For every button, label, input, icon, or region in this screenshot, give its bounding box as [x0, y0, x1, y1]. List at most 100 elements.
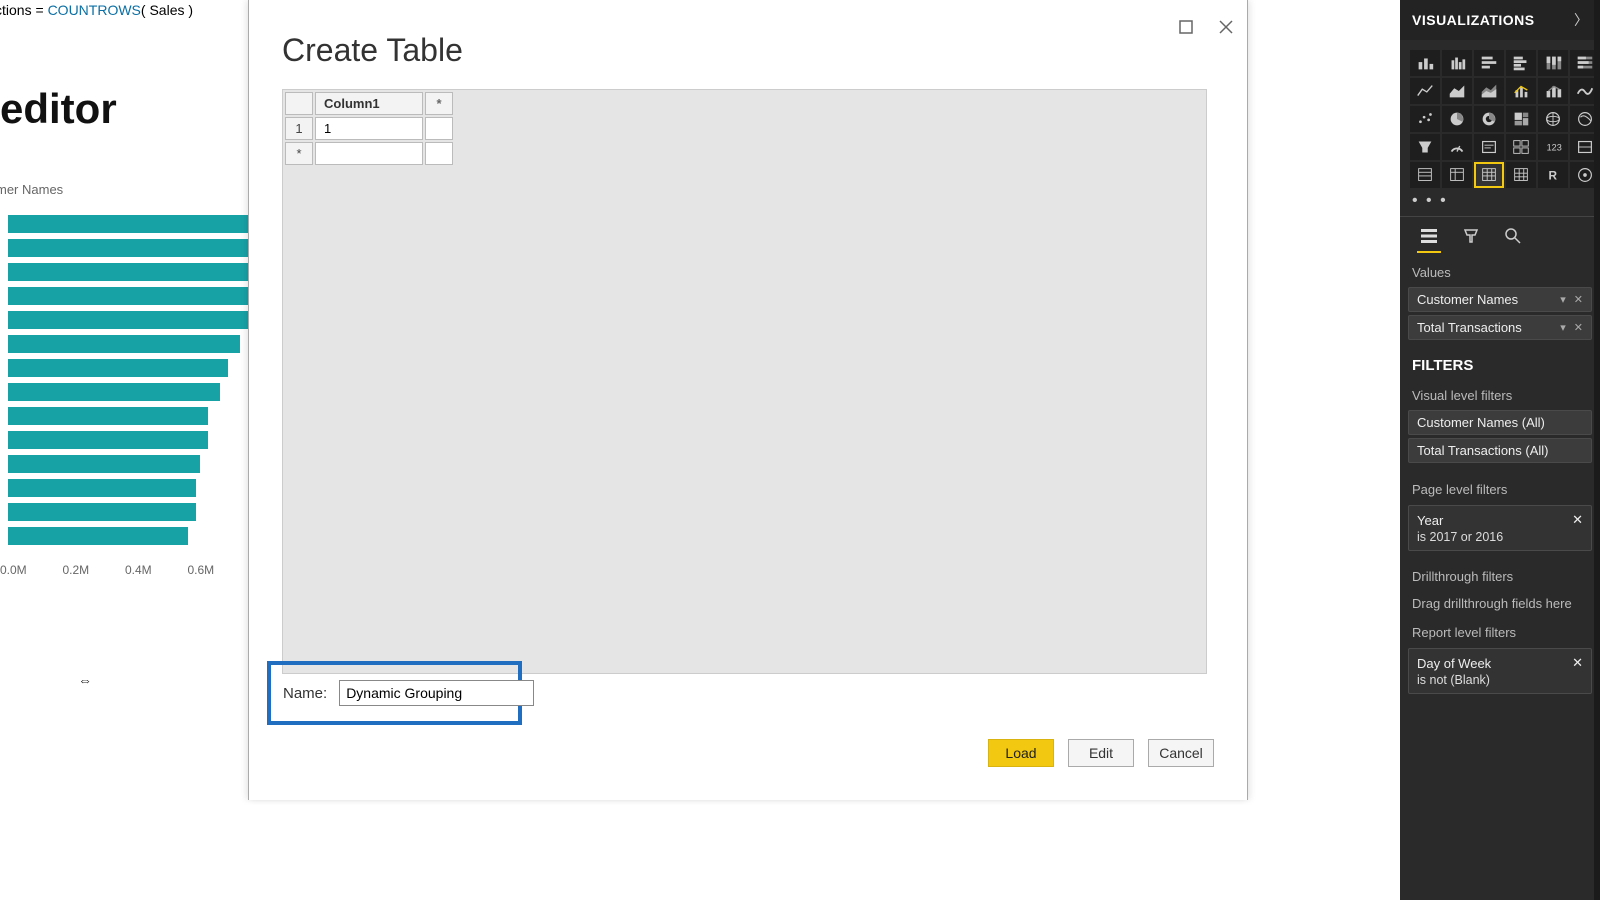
bar	[8, 503, 196, 521]
chevron-right-icon[interactable]: 〉	[1574, 10, 1588, 30]
viz-type-icon[interactable]	[1506, 78, 1536, 104]
viz-type-icon[interactable]: R	[1538, 162, 1568, 188]
axis-tick: 0.6M	[188, 563, 251, 577]
bar	[8, 383, 220, 401]
viz-type-icon[interactable]	[1474, 78, 1504, 104]
analytics-tab-icon[interactable]	[1502, 225, 1524, 247]
drillthrough-label: Drillthrough filters	[1400, 555, 1600, 588]
viz-type-icon[interactable]	[1410, 134, 1440, 160]
filter-text: Total Transactions (All)	[1417, 443, 1549, 458]
report-filters-label: Report level filters	[1400, 619, 1600, 644]
viz-type-icon[interactable]: 123	[1538, 134, 1568, 160]
formula-bar: ransactions = COUNTROWS( Sales )	[0, 2, 193, 18]
fields-tab-icon[interactable]	[1418, 225, 1440, 247]
visual-filter-item[interactable]: Total Transactions (All)	[1408, 438, 1592, 463]
load-button[interactable]: Load	[988, 739, 1054, 767]
bar	[8, 431, 208, 449]
viz-type-icon[interactable]	[1410, 162, 1440, 188]
filter-text: Customer Names (All)	[1417, 415, 1545, 430]
dialog-title: Create Table	[282, 32, 463, 69]
chevron-down-icon[interactable]: ▾	[1560, 293, 1566, 306]
corner-cell	[285, 92, 313, 115]
viz-type-icon[interactable]	[1506, 162, 1536, 188]
bar	[8, 527, 188, 545]
axis-tick: 0.4M	[125, 563, 188, 577]
visualization-gallery: 123 R	[1400, 40, 1600, 192]
viz-type-icon[interactable]	[1538, 50, 1568, 76]
viz-type-icon[interactable]	[1442, 134, 1472, 160]
viz-type-icon[interactable]	[1506, 106, 1536, 132]
viz-type-icon[interactable]	[1442, 162, 1472, 188]
create-table-dialog: Create Table Column1 * 1 1 * Name: Load	[248, 0, 1248, 800]
remove-filter-icon[interactable]: ✕	[1572, 512, 1583, 528]
formula-prefix: ransactions =	[0, 2, 48, 18]
remove-filter-icon[interactable]: ✕	[1572, 655, 1583, 671]
bar	[8, 239, 248, 257]
viz-type-icon[interactable]	[1506, 50, 1536, 76]
cell[interactable]: 1	[315, 117, 423, 140]
viz-type-icon[interactable]	[1538, 106, 1568, 132]
add-column[interactable]: *	[425, 92, 453, 115]
bar	[8, 407, 208, 425]
name-field-callout: Name:	[267, 661, 522, 725]
field-name: Customer Names	[1417, 292, 1518, 307]
visualizations-pane: VISUALIZATIONS 〉 123R • • • Values Custo…	[1400, 0, 1600, 900]
viz-type-icon[interactable]	[1506, 134, 1536, 160]
filter-name: Year	[1417, 513, 1443, 528]
cell-blank[interactable]	[425, 142, 453, 165]
viz-type-icon[interactable]	[1442, 50, 1472, 76]
viz-type-icon[interactable]	[1474, 162, 1504, 188]
bar-chart[interactable]	[8, 215, 248, 555]
visual-filter-item[interactable]: Customer Names (All)	[1408, 410, 1592, 435]
cancel-button[interactable]: Cancel	[1148, 739, 1214, 767]
formula-close: )	[184, 2, 193, 18]
maximize-icon[interactable]	[1177, 18, 1195, 36]
viz-type-icon[interactable]	[1442, 106, 1472, 132]
more-visuals-icon[interactable]: • • •	[1400, 192, 1600, 216]
cell-blank[interactable]	[425, 117, 453, 140]
filter-name: Day of Week	[1417, 656, 1491, 671]
viz-type-icon[interactable]	[1410, 78, 1440, 104]
field-well-item[interactable]: Customer Names ▾ ✕	[1408, 287, 1592, 312]
add-row[interactable]: *	[285, 142, 313, 165]
enter-data-table[interactable]: Column1 * 1 1 *	[283, 90, 455, 167]
svg-text:123: 123	[1547, 143, 1562, 153]
active-tab-indicator	[1417, 251, 1441, 253]
bar	[8, 359, 228, 377]
cell-blank[interactable]	[315, 142, 423, 165]
bar	[8, 287, 248, 305]
chevron-down-icon[interactable]: ▾	[1560, 321, 1566, 334]
remove-field-icon[interactable]: ✕	[1574, 321, 1583, 334]
bar	[8, 263, 248, 281]
bar	[8, 479, 196, 497]
close-icon[interactable]	[1217, 18, 1235, 36]
viz-type-icon[interactable]	[1474, 106, 1504, 132]
viz-type-icon[interactable]	[1538, 78, 1568, 104]
bar	[8, 455, 200, 473]
viz-type-icon[interactable]	[1474, 50, 1504, 76]
table-grid[interactable]: Column1 * 1 1 *	[282, 89, 1207, 674]
edit-button[interactable]: Edit	[1068, 739, 1134, 767]
filters-header: FILTERS	[1400, 343, 1600, 382]
page-filter-card[interactable]: Year ✕ is 2017 or 2016	[1408, 505, 1592, 551]
chart-caption: mer Names	[0, 182, 63, 197]
field-name: Total Transactions	[1417, 320, 1522, 335]
bar	[8, 335, 240, 353]
table-name-input[interactable]	[339, 680, 534, 706]
bar	[8, 215, 248, 233]
page-title: editor	[0, 85, 117, 133]
report-filter-card[interactable]: Day of Week ✕ is not (Blank)	[1408, 648, 1592, 694]
viz-type-icon[interactable]	[1474, 134, 1504, 160]
page-filters-label: Page level filters	[1400, 466, 1600, 501]
remove-field-icon[interactable]: ✕	[1574, 293, 1583, 306]
field-well-item[interactable]: Total Transactions ▾ ✕	[1408, 315, 1592, 340]
filter-description: is not (Blank)	[1417, 671, 1583, 687]
row-number: 1	[285, 117, 313, 140]
viz-type-icon[interactable]	[1442, 78, 1472, 104]
column-header[interactable]: Column1	[315, 92, 423, 115]
viz-type-icon[interactable]	[1410, 106, 1440, 132]
drillthrough-hint[interactable]: Drag drillthrough fields here	[1400, 588, 1600, 619]
format-tab-icon[interactable]	[1460, 225, 1482, 247]
svg-text:R: R	[1548, 169, 1557, 183]
viz-type-icon[interactable]	[1410, 50, 1440, 76]
